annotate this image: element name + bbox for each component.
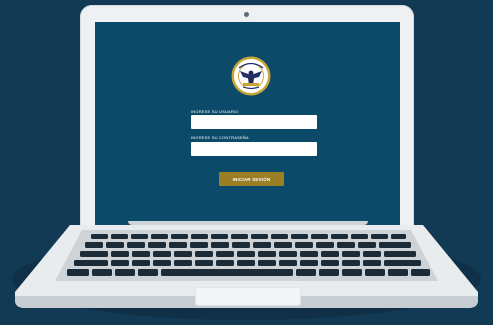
laptop-lid: INGRESE SU USUARIO INGRESE SU CONTRASEÑA… bbox=[80, 5, 414, 231]
password-input[interactable] bbox=[191, 142, 317, 156]
login-screen: INGRESE SU USUARIO INGRESE SU CONTRASEÑA… bbox=[95, 22, 400, 226]
username-label: INGRESE SU USUARIO bbox=[191, 109, 239, 114]
username-input[interactable] bbox=[191, 115, 317, 129]
touchpad bbox=[196, 288, 300, 305]
login-button[interactable]: INICIAR SESIÓN bbox=[219, 172, 284, 186]
password-label: INGRESE SU CONTRASEÑA bbox=[191, 135, 249, 140]
webcam-icon bbox=[244, 12, 249, 17]
seal-logo bbox=[231, 56, 271, 96]
laptop-keyboard-deck bbox=[15, 225, 478, 308]
